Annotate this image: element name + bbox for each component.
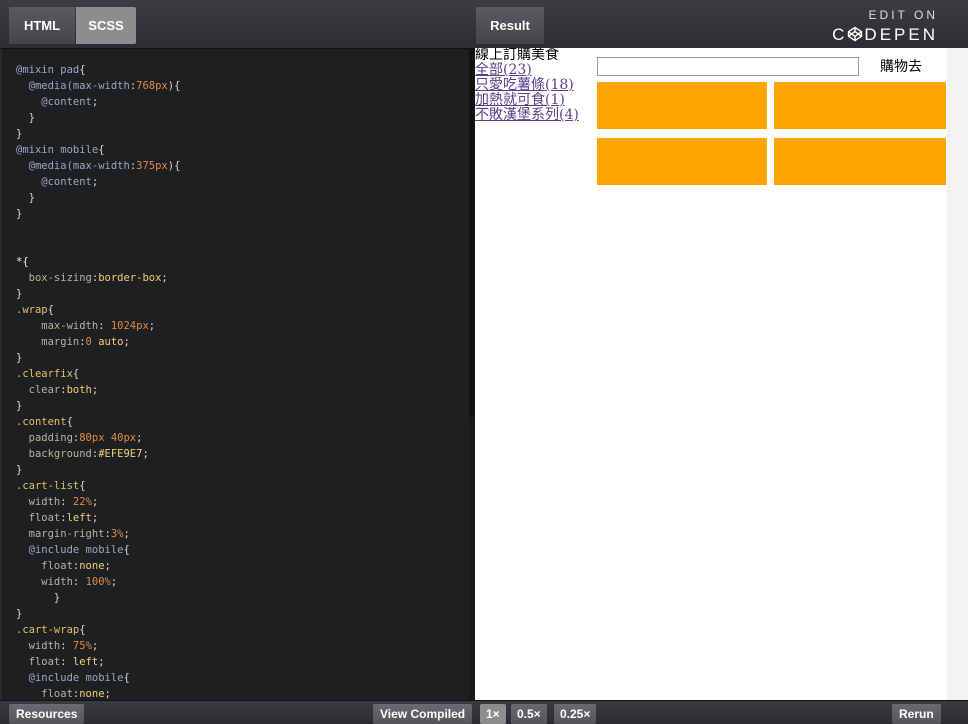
code-line: @content;	[16, 96, 99, 108]
code-line: width: 75%;	[16, 640, 99, 652]
code-line: @mixin mobile{	[16, 144, 105, 156]
codepen-logo: C DEPEN	[832, 24, 938, 46]
code-lines: @mixin pad{ @media(max-width:768px){ @co…	[16, 62, 180, 701]
zoom-0.25x-button[interactable]: 0.25×	[554, 704, 597, 724]
go-shopping-button[interactable]: 購物去	[880, 56, 922, 76]
code-line: margin-right:3%;	[16, 528, 130, 540]
code-line: background:#EFE9E7;	[16, 448, 149, 460]
cart-list: 線上訂購美食 全部(23) 只愛吃薯條(18) 加熱就可食(1) 不敗漢堡系列(…	[475, 48, 579, 123]
tab-result[interactable]: Result	[476, 7, 544, 44]
code-line: }	[16, 128, 23, 140]
code-line: .wrap{	[16, 304, 54, 316]
code-line: }	[16, 608, 23, 620]
product-card[interactable]	[774, 82, 946, 129]
code-line: }	[16, 464, 23, 476]
codepen-logo-text: DEPEN	[864, 25, 938, 44]
code-line: @media(max-width:768px){	[16, 80, 181, 92]
code-line: }	[16, 400, 23, 412]
code-line: }	[16, 192, 35, 204]
code-line: @include mobile{	[16, 544, 130, 556]
code-line: max-width: 1024px;	[16, 320, 156, 332]
code-line: width: 100%;	[16, 576, 118, 588]
product-card[interactable]	[597, 82, 767, 129]
code-line: @content;	[16, 176, 99, 188]
codepen-logo-prefix: C	[832, 25, 848, 44]
code-line: box-sizing:border-box;	[16, 272, 168, 284]
tab-scss[interactable]: SCSS	[76, 7, 136, 44]
code-line: float:none;	[16, 560, 111, 572]
code-line: .cart-list{	[16, 480, 86, 492]
code-line: }	[16, 208, 23, 220]
result-header: Result EDIT ON C DEPEN	[475, 0, 968, 48]
search-input[interactable]	[597, 57, 859, 76]
zoom-0.5x-button[interactable]: 0.5×	[511, 704, 547, 724]
cart-list-title: 線上訂購美食	[475, 48, 559, 63]
code-line: float:none;	[16, 688, 111, 700]
cart-list-item-all[interactable]: 全部(23)	[475, 63, 579, 78]
product-card[interactable]	[597, 138, 767, 185]
code-line: *{	[16, 256, 29, 268]
product-card[interactable]	[774, 138, 946, 185]
view-compiled-button[interactable]: View Compiled	[373, 704, 473, 724]
code-line: .clearfix{	[16, 368, 80, 380]
tab-html[interactable]: HTML	[9, 7, 75, 44]
editor-header: HTML SCSS	[0, 0, 475, 49]
cart-list-item-burgers[interactable]: 不敗漢堡系列(4)	[475, 108, 579, 123]
code-line: width: 22%;	[16, 496, 99, 508]
cart-list-item-fries[interactable]: 只愛吃薯條(18)	[475, 78, 579, 93]
scss-code-editor[interactable]: @mixin pad{ @media(max-width:768px){ @co…	[0, 49, 471, 701]
codepen-cube-icon	[848, 26, 863, 42]
code-line: .content{	[16, 416, 73, 428]
code-line: float: left;	[16, 656, 105, 668]
result-scrollbar[interactable]	[947, 48, 968, 700]
code-line: }	[16, 592, 61, 604]
edit-on-label: EDIT ON	[868, 8, 938, 22]
code-line: padding:80px 40px;	[16, 432, 143, 444]
code-line: }	[16, 112, 35, 124]
zoom-1x-button[interactable]: 1×	[480, 704, 506, 724]
bottom-toolbar: Resources View Compiled 1× 0.5× 0.25× Re…	[0, 700, 968, 724]
code-line: float:left;	[16, 512, 99, 524]
result-preview: 線上訂購美食 全部(23) 只愛吃薯條(18) 加熱就可食(1) 不敗漢堡系列(…	[475, 48, 947, 700]
code-line: margin:0 auto;	[16, 336, 130, 348]
editor-pane: HTML SCSS @mixin pad{ @media(max-width:7…	[0, 0, 475, 723]
code-line: .cart-wrap{	[16, 624, 86, 636]
edit-on-codepen-link[interactable]: EDIT ON C DEPEN	[832, 8, 938, 46]
code-line: }	[16, 352, 23, 364]
resources-button[interactable]: Resources	[9, 704, 85, 724]
code-line: @mixin pad{	[16, 64, 86, 76]
cart-list-item-ready-to-eat[interactable]: 加熱就可食(1)	[475, 93, 579, 108]
rerun-button[interactable]: Rerun	[892, 704, 941, 724]
code-line: }	[16, 288, 23, 300]
code-line: @media(max-width:375px){	[16, 160, 181, 172]
code-line: @include mobile{	[16, 672, 130, 684]
code-line: clear:both;	[16, 384, 99, 396]
